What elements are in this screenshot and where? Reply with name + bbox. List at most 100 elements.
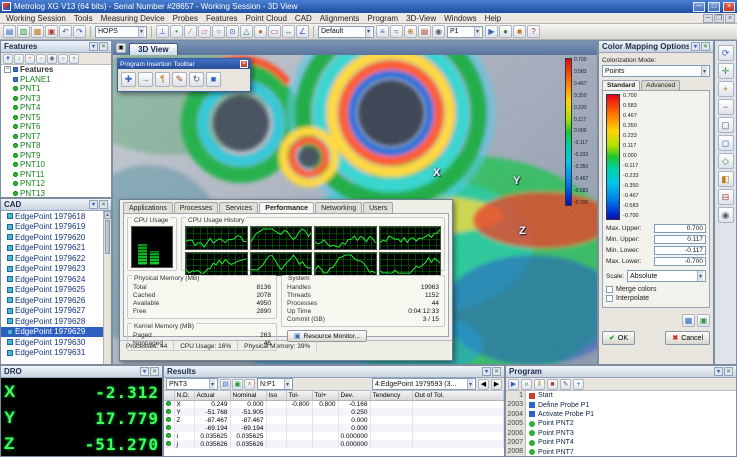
table-row[interactable]: Z-87.467-87.4670.000 [164,416,504,424]
cad-item-edgepoint-1979620[interactable]: EdgePoint 1979620 [1,232,111,243]
feature-item-pnt5[interactable]: PNT5 [1,113,111,123]
zoom-out-icon[interactable]: − [718,99,734,115]
goto-icon[interactable]: → [138,72,153,87]
checkbox-merge-colors[interactable]: Merge colors [606,286,706,293]
play-icon[interactable]: ▶ [485,25,498,38]
menu-alignments[interactable]: Alignments [316,14,364,23]
cad-item-edgepoint-1979628[interactable]: EdgePoint 1979628 [1,316,111,327]
results-column-tol[interactable]: Tol+ [312,391,338,400]
results-column-nominal[interactable]: Nominal [230,391,266,400]
tab-applications[interactable]: Applications [123,202,173,213]
help-icon[interactable]: ? [527,25,540,38]
menu-icon[interactable]: ▾ [714,367,723,376]
input-icon[interactable]: ✎ [172,72,187,87]
program-step-point-pnt2[interactable]: 2005Point PNT2 [506,419,736,428]
maximize-button[interactable]: □ [708,2,720,12]
insertion-toolbar-titlebar[interactable]: Program Insertion Toolbar × [118,59,250,69]
collapse-icon[interactable]: − [36,54,46,64]
insert-icon[interactable]: + [573,379,584,390]
menu-point-cloud[interactable]: Point Cloud [242,14,291,23]
next-result-button[interactable]: ▶ [491,379,502,390]
edit-icon[interactable]: ✎ [560,379,571,390]
tab-services[interactable]: Services [219,202,258,213]
slot-icon[interactable]: ▭ [268,25,281,38]
tab-standard[interactable]: Standard [602,80,640,90]
print-icon[interactable]: ▣ [45,25,58,38]
sphere-icon[interactable]: ● [254,25,267,38]
mdi-restore-button[interactable]: ❐ [714,14,724,23]
menu-windows[interactable]: Windows [440,14,480,23]
save-icon[interactable]: ▦ [31,25,44,38]
cone-icon[interactable]: △ [240,25,253,38]
feature-item-plane1[interactable]: PLANE1 [1,75,111,85]
scroll-thumb[interactable] [105,220,110,254]
menu-features[interactable]: Features [202,14,242,23]
menu-icon[interactable]: ▾ [140,367,149,376]
menu-probes[interactable]: Probes [169,14,202,23]
program-step-point-pnt4[interactable]: 2007Point PNT4 [506,438,736,447]
results-probe-combo[interactable]: N:P1 ▾ [257,378,293,390]
table-row[interactable]: i0.0356250.0356250.000000 [164,432,504,440]
feature-item-pnt4[interactable]: PNT4 [1,103,111,113]
feature-item-pnt9[interactable]: PNT9 [1,151,111,161]
menu-3d-view[interactable]: 3D-View [402,14,440,23]
close-button[interactable]: × [723,2,735,12]
cylinder-icon[interactable]: ⊙ [226,25,239,38]
feature-item-pnt11[interactable]: PNT11 [1,170,111,180]
close-icon[interactable]: × [99,42,108,51]
table-row[interactable]: -69.194-69.1940.000 [164,424,504,432]
program-step-point-pnt7[interactable]: 2008Point PNT7 [506,447,736,456]
line-icon[interactable]: ∕ [184,25,197,38]
step-icon[interactable]: » [521,379,532,390]
program-step-define-probe-p1[interactable]: 2003Define Probe P1 [506,400,736,409]
tab-networking[interactable]: Networking [315,202,362,213]
report-icon[interactable]: ▤ [418,25,431,38]
mdi-close-button[interactable]: × [725,14,735,23]
table-row[interactable]: Y-51.768-51.9050.250 [164,408,504,416]
limit-field-value[interactable]: 0.700 [654,224,706,233]
menu-icon[interactable]: ▾ [691,42,700,51]
cad-item-edgepoint-1979629[interactable]: EdgePoint 1979629 [1,327,111,338]
close-icon[interactable]: × [99,200,108,209]
datum-icon[interactable]: ⊕ [404,25,417,38]
results-feature-combo[interactable]: PNT3 ▾ [166,378,218,390]
menu-icon[interactable]: ▾ [89,42,98,51]
circle-icon[interactable]: ○ [212,25,225,38]
measure-icon[interactable]: ✚ [121,72,136,87]
minimize-button[interactable]: ─ [693,2,705,12]
checkbox-icon[interactable] [606,286,613,293]
results-table[interactable]: N.D.ActualNominalIsoTol-Tol+Dev.Tendency… [164,391,504,448]
feature-item-pnt12[interactable]: PNT12 [1,179,111,189]
feature-item-pnt10[interactable]: PNT10 [1,160,111,170]
colorization-mode-combo[interactable]: Points ▾ [602,65,710,77]
end-icon[interactable]: ■ [206,72,221,87]
redo-icon[interactable]: ↷ [73,25,86,38]
close-icon[interactable]: × [701,42,710,51]
menu-tools[interactable]: Tools [70,14,97,23]
tab-users[interactable]: Users [363,202,393,213]
cad-item-edgepoint-1979619[interactable]: EdgePoint 1979619 [1,222,111,233]
table-row[interactable]: j0.0356260.0356260.000000 [164,440,504,448]
close-icon[interactable]: × [150,367,159,376]
tab-3d-view[interactable]: 3D View [129,43,178,55]
point-icon[interactable]: • [170,25,183,38]
feature-item-pnt8[interactable]: PNT8 [1,141,111,151]
expand-icon[interactable]: + [25,54,35,64]
cad-item-edgepoint-1979631[interactable]: EdgePoint 1979631 [1,348,111,359]
stop-icon[interactable]: ■ [547,379,558,390]
new-icon[interactable]: ▤ [3,25,16,38]
cad-item-edgepoint-1979618[interactable]: EdgePoint 1979618 [1,211,111,222]
save-icon[interactable]: ▦ [682,314,695,327]
table-row[interactable]: X0.2490.000-0.8000.800-0.168 [164,400,504,408]
results-column-n-d[interactable]: N.D. [174,391,194,400]
program-step-point-pnt3[interactable]: 2006Point PNT3 [506,429,736,438]
tab-performance[interactable]: Performance [259,202,314,213]
feature-item-pnt13[interactable]: PNT13 [1,189,111,199]
snapshot-icon[interactable]: ◉ [718,207,734,223]
results-column-actual[interactable]: Actual [194,391,230,400]
print-icon[interactable]: ▣ [697,314,710,327]
close-icon[interactable]: × [724,367,733,376]
angle-icon[interactable]: ∠ [296,25,309,38]
scroll-up-icon[interactable]: ▲ [104,211,111,219]
menu-icon[interactable]: ▾ [89,200,98,209]
